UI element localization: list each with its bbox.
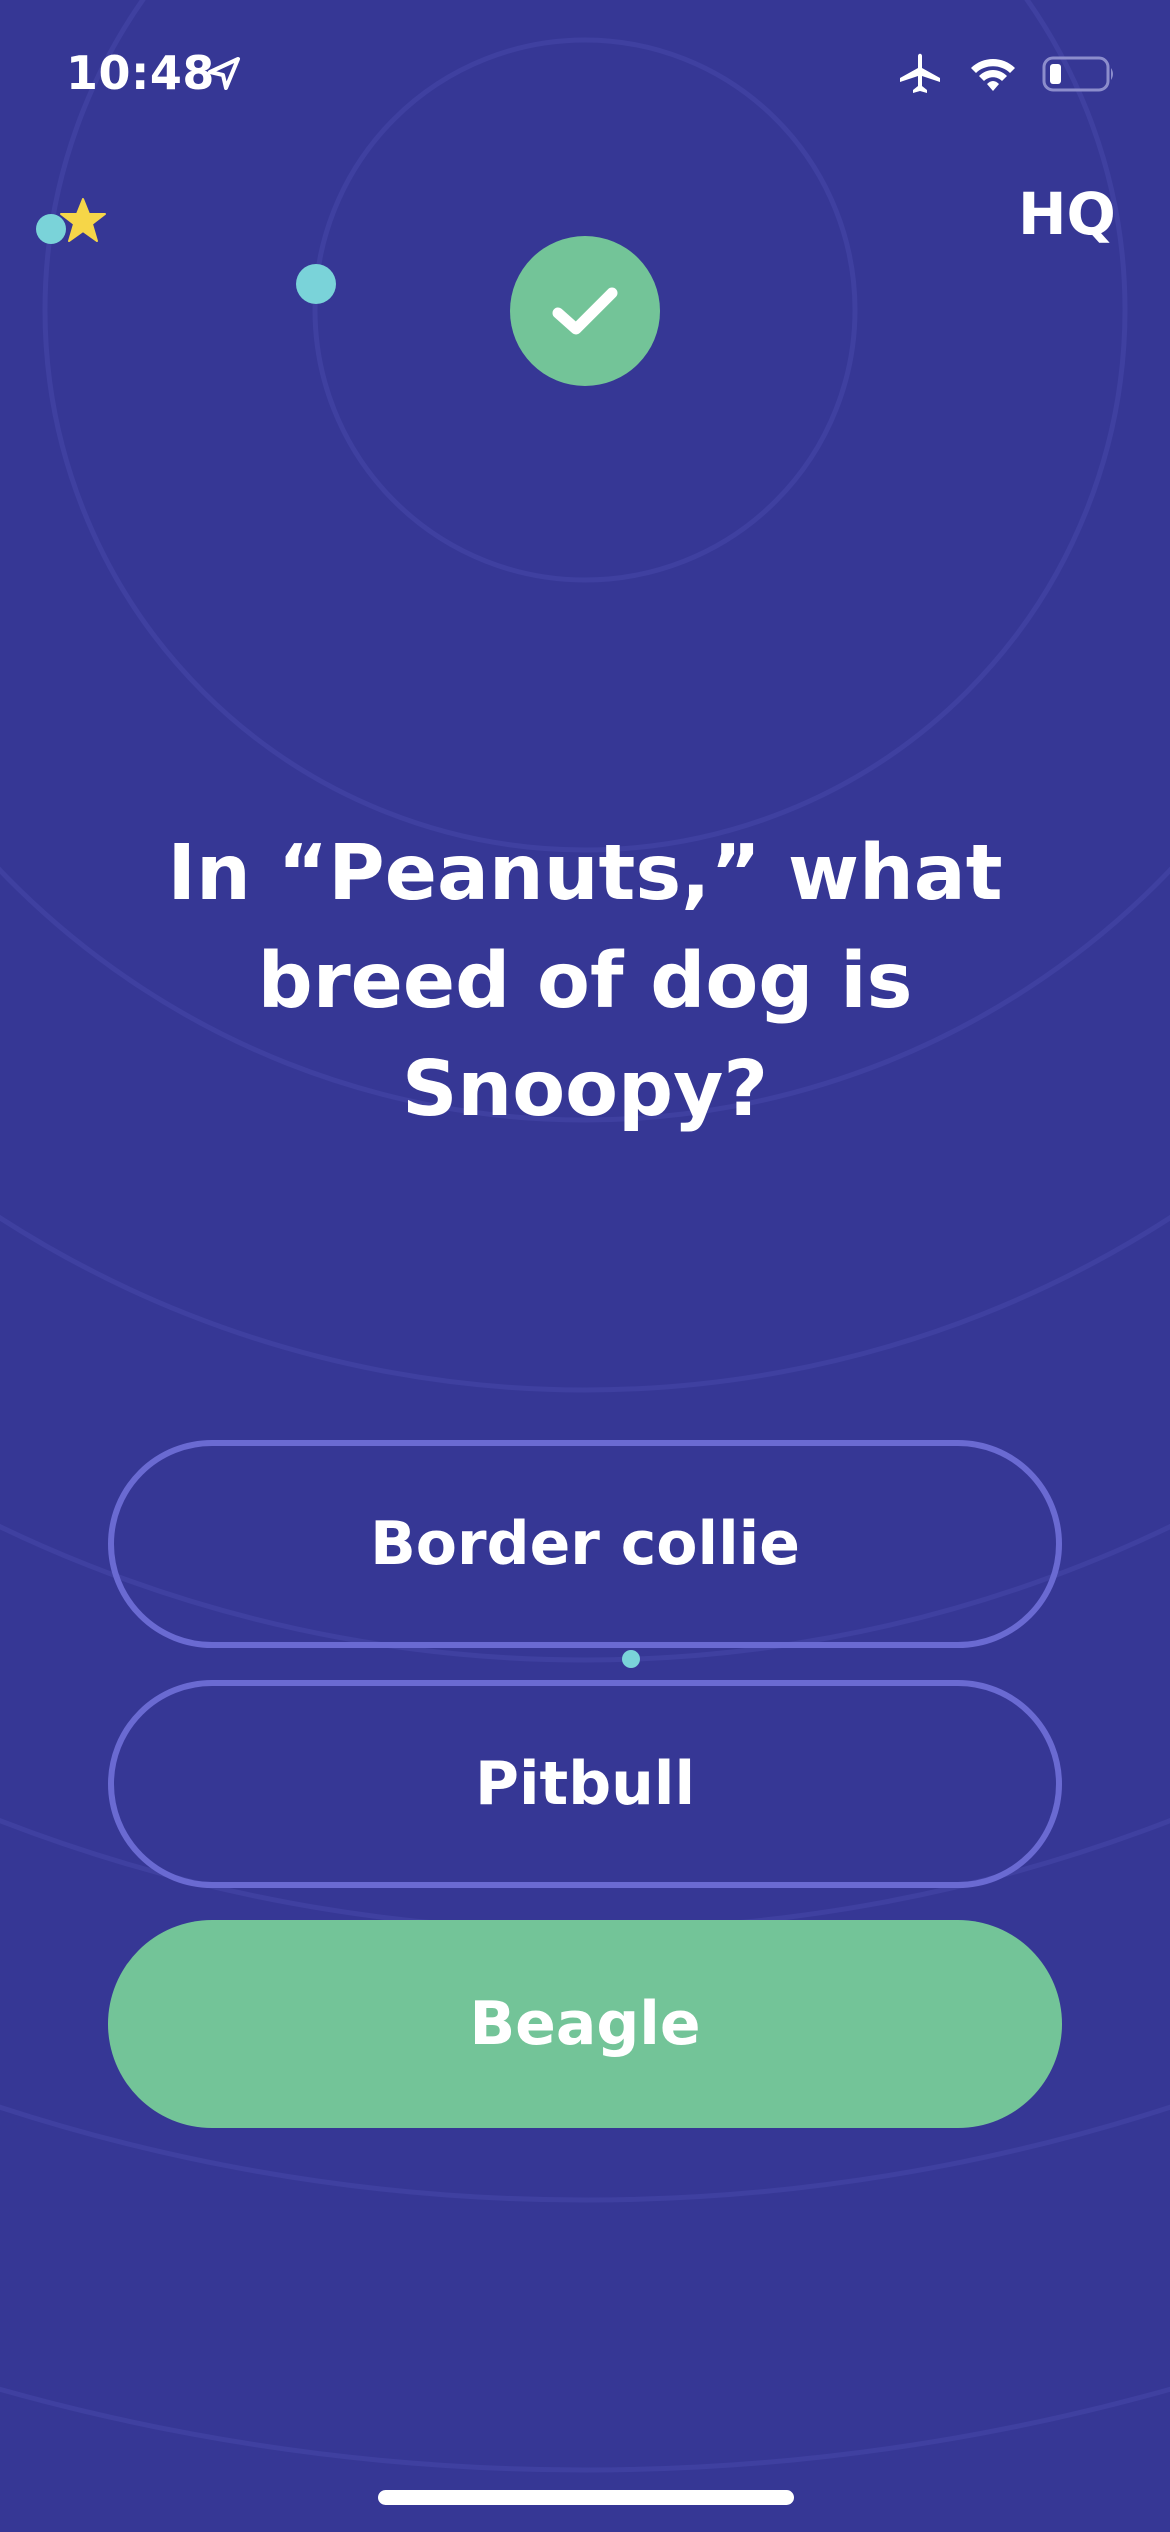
- answer-option-2[interactable]: Pitbull: [108, 1680, 1062, 1888]
- airplane-icon: [900, 53, 940, 93]
- status-icons: [896, 52, 1116, 96]
- wifi-icon: [971, 59, 1015, 91]
- battery-low-icon: [1042, 56, 1113, 92]
- status-time: 10:48: [66, 46, 215, 100]
- home-indicator[interactable]: [378, 2490, 794, 2505]
- question-text: In “Peanuts,” what breed of dog is Snoop…: [167, 829, 1003, 1134]
- answer-option-3[interactable]: Beagle: [108, 1920, 1062, 2128]
- status-bar: 10:48: [0, 0, 1170, 150]
- decorative-dot: [622, 1650, 640, 1668]
- location-arrow-icon: [208, 57, 240, 90]
- answer-option-label: Border collie: [370, 1509, 800, 1579]
- answer-option-label: Beagle: [469, 1989, 701, 2059]
- hq-logo: HQ: [1018, 184, 1116, 248]
- star-icon: [60, 198, 106, 242]
- hq-logo-text: HQ: [1018, 184, 1116, 248]
- decorative-dot: [296, 264, 336, 304]
- checkmark-icon: [552, 287, 618, 335]
- answer-option-1[interactable]: Border collie: [108, 1440, 1062, 1648]
- answer-option-label: Pitbull: [474, 1749, 696, 1819]
- answer-result-indicator: [510, 236, 660, 386]
